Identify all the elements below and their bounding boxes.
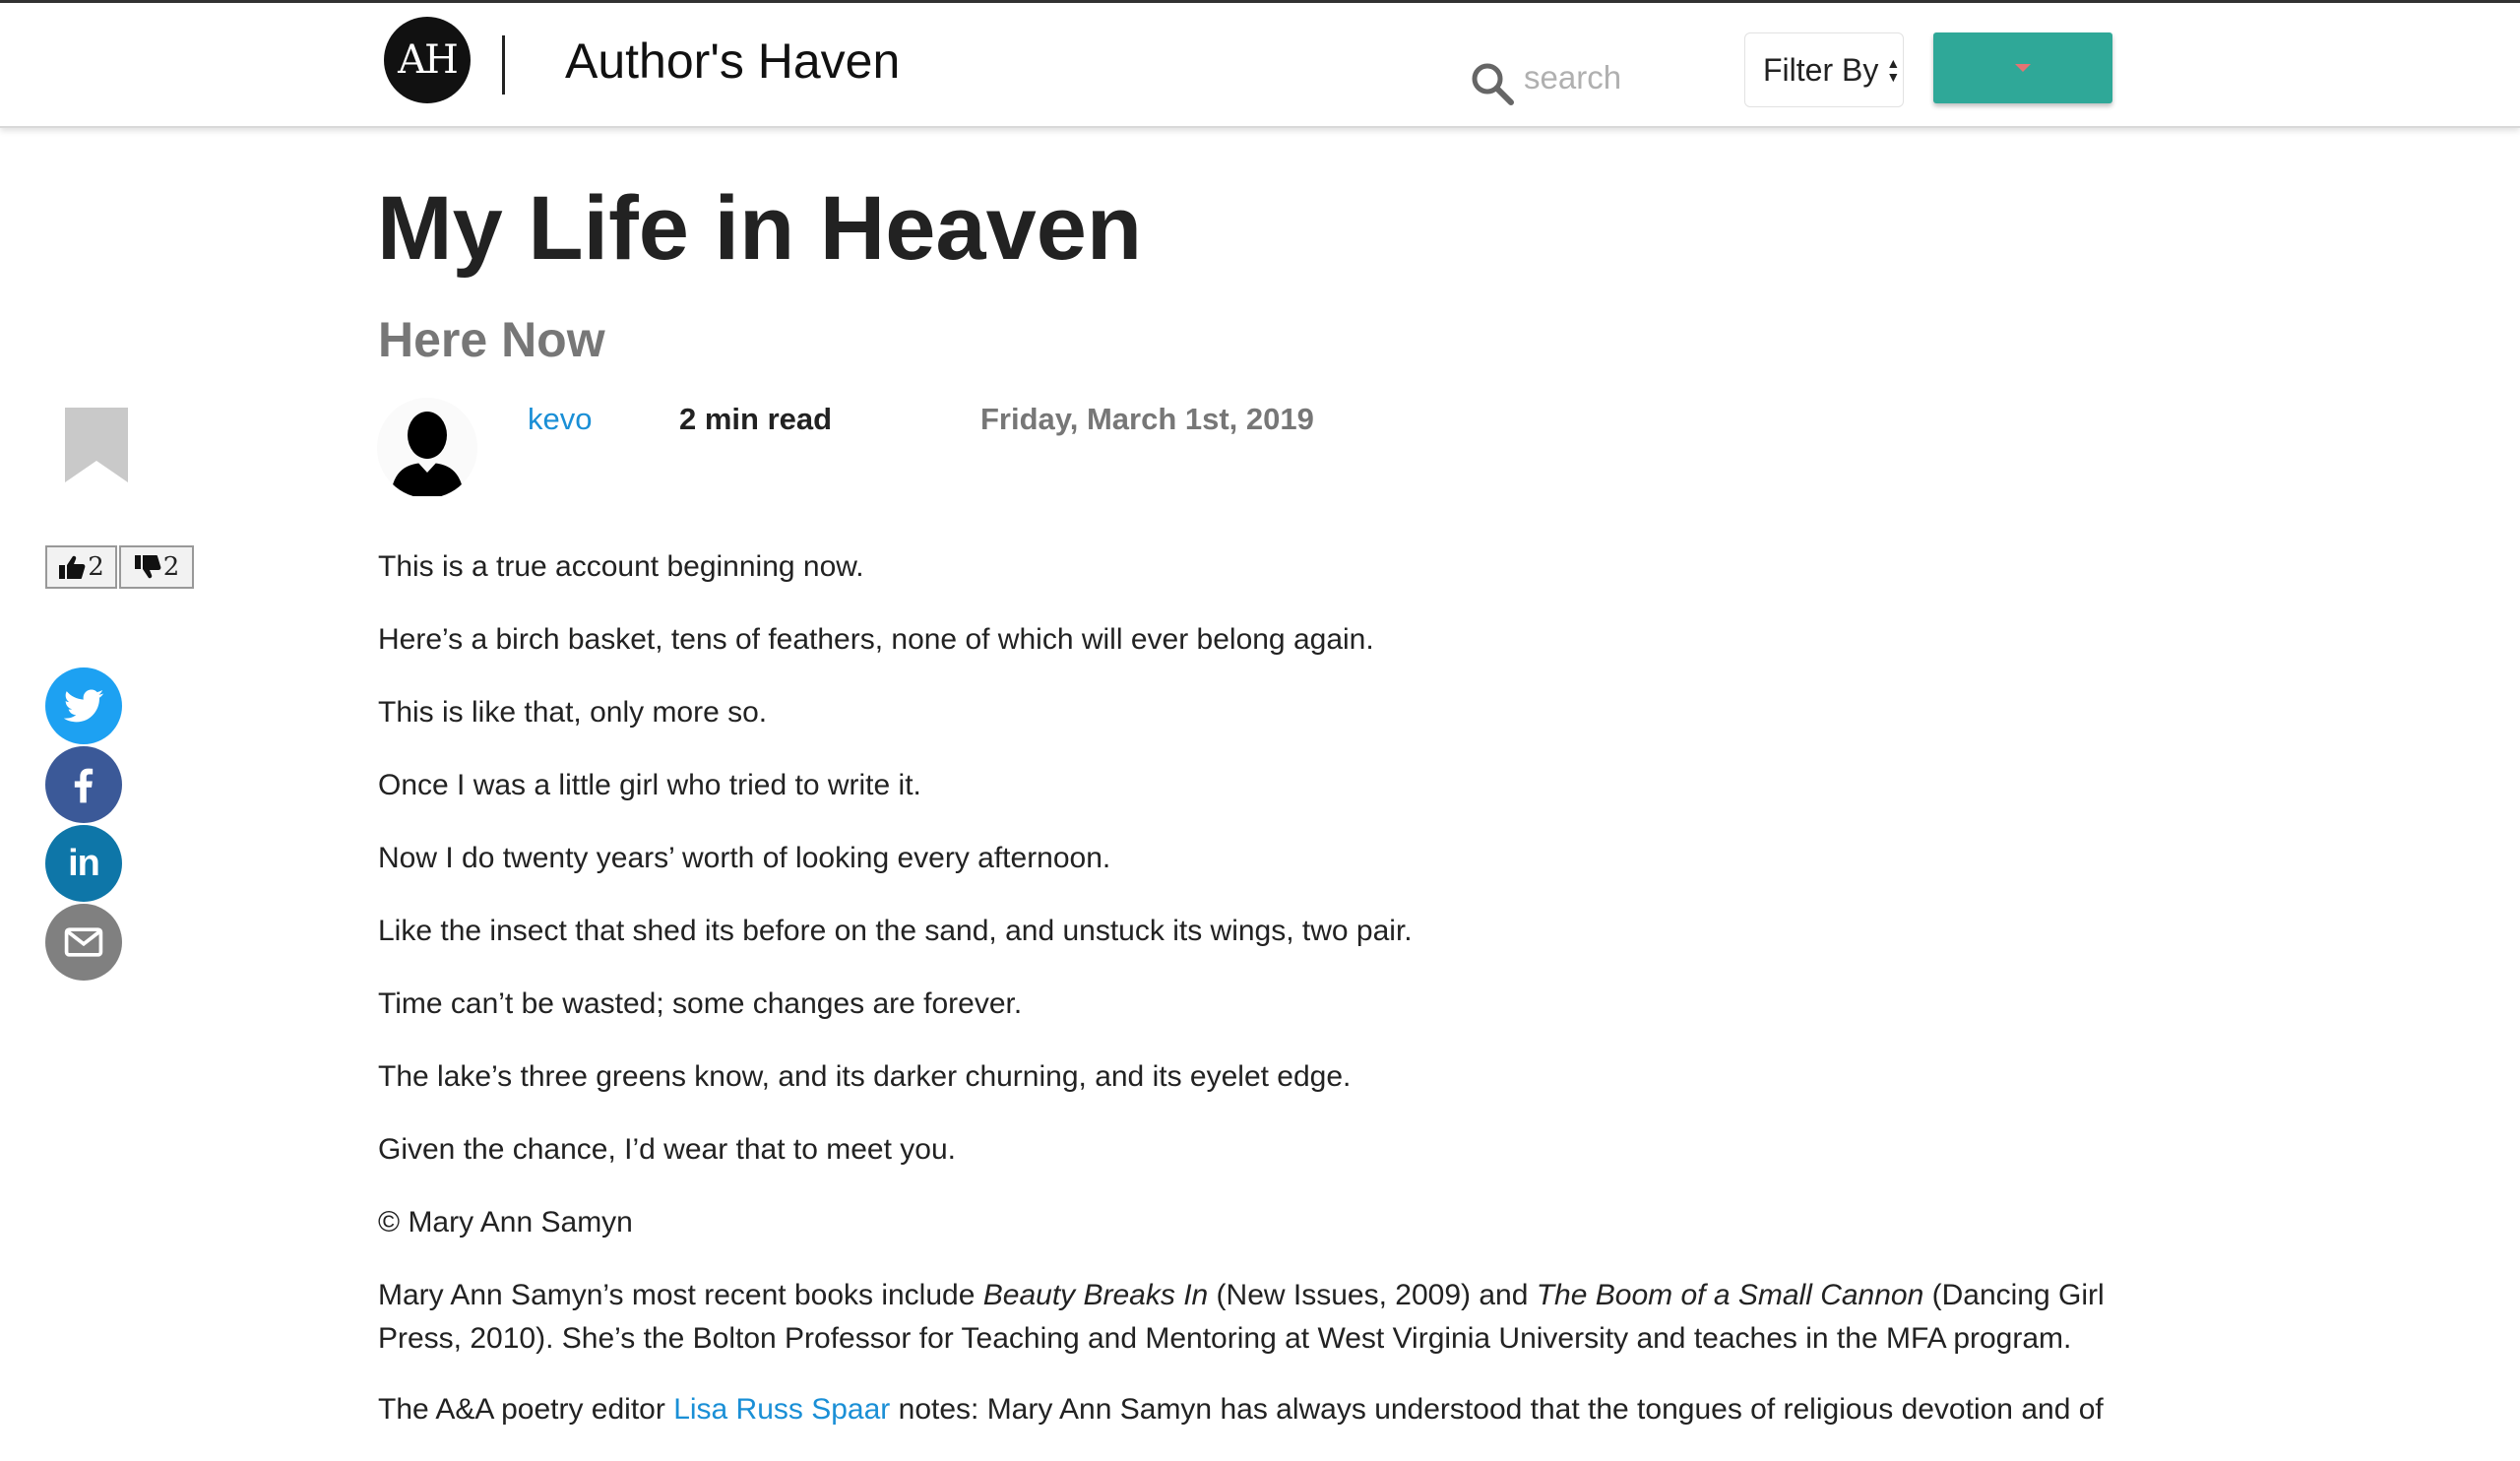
article-title: My Life in Heaven (377, 178, 1143, 279)
caret-down-icon (2015, 64, 2031, 72)
publish-date: Friday, March 1st, 2019 (980, 402, 1314, 436)
article-body: This is a true account beginning now. He… (378, 545, 2110, 1461)
bio-text: Mary Ann Samyn’s most recent books inclu… (378, 1279, 983, 1311)
thumbs-up-icon (59, 555, 86, 579)
read-time: 2 min read (679, 402, 833, 436)
editor-link[interactable]: Lisa Russ Spaar (673, 1393, 890, 1426)
article-paragraph: Now I do twenty years’ worth of looking … (378, 842, 1111, 874)
author-avatar[interactable] (377, 398, 477, 498)
bookmark-icon[interactable] (63, 406, 130, 484)
linkedin-icon: in (68, 842, 100, 884)
article-paragraph: Given the chance, I’d wear that to meet … (378, 1133, 956, 1166)
navbar: AH Author's Haven Filter By ▲▼ (0, 3, 2520, 128)
facebook-icon (74, 768, 94, 803)
email-icon (64, 927, 103, 957)
logo-divider (502, 35, 505, 95)
share-twitter-button[interactable] (45, 667, 122, 744)
article-paragraph: Once I was a little girl who tried to wr… (378, 769, 921, 801)
editor-note-text: The A&A poetry editor (378, 1393, 674, 1426)
vote-group: 2 2 (45, 545, 194, 589)
search-input[interactable] (1524, 54, 1721, 101)
share-email-button[interactable] (45, 904, 122, 981)
user-menu-dropdown-button[interactable] (1933, 32, 2112, 103)
article-paragraph: The lake’s three greens know, and its da… (378, 1060, 1352, 1093)
copyright-line: © Mary Ann Samyn (378, 1206, 633, 1239)
share-linkedin-button[interactable]: in (45, 825, 122, 902)
article-paragraph: Like the insect that shed its before on … (378, 915, 1413, 947)
filter-label: Filter By (1763, 51, 1879, 88)
dislike-count: 2 (162, 552, 180, 582)
article-paragraph: This is like that, only more so. (378, 696, 768, 729)
book-title: The Boom of a Small Cannon (1536, 1279, 1924, 1311)
editor-note: The A&A poetry editor Lisa Russ Spaar no… (378, 1388, 2110, 1431)
logo-text: AH (398, 37, 459, 83)
filter-by-select[interactable]: Filter By ▲ ▼ (1744, 32, 1904, 107)
article-paragraph: This is a true account beginning now. (378, 550, 864, 583)
share-facebook-button[interactable] (45, 746, 122, 823)
like-count: 2 (88, 552, 104, 582)
article-paragraph: Time can’t be wasted; some changes are f… (378, 987, 1023, 1020)
user-silhouette-icon (391, 412, 464, 496)
article-paragraph: Here’s a birch basket, tens of feathers,… (378, 623, 1374, 656)
dislike-button[interactable]: 2 (119, 545, 194, 589)
author-link[interactable]: kevo (528, 402, 592, 437)
bio-text: (New Issues, 2009) and (1208, 1279, 1537, 1311)
author-bio: Mary Ann Samyn’s most recent books inclu… (378, 1274, 2110, 1361)
thumbs-down-icon (134, 555, 161, 579)
sort-arrows-icon: ▲ ▼ (1886, 55, 1901, 85)
like-button[interactable]: 2 (45, 545, 117, 589)
search-icon[interactable] (1469, 60, 1516, 107)
site-logo[interactable]: AH (384, 17, 471, 103)
brand-title[interactable]: Author's Haven (565, 32, 900, 90)
twitter-icon (63, 689, 104, 723)
article-subtitle: Here Now (378, 312, 605, 367)
book-title: Beauty Breaks In (982, 1279, 1209, 1311)
editor-note-text: notes: Mary Ann Samyn has always underst… (890, 1393, 2104, 1426)
